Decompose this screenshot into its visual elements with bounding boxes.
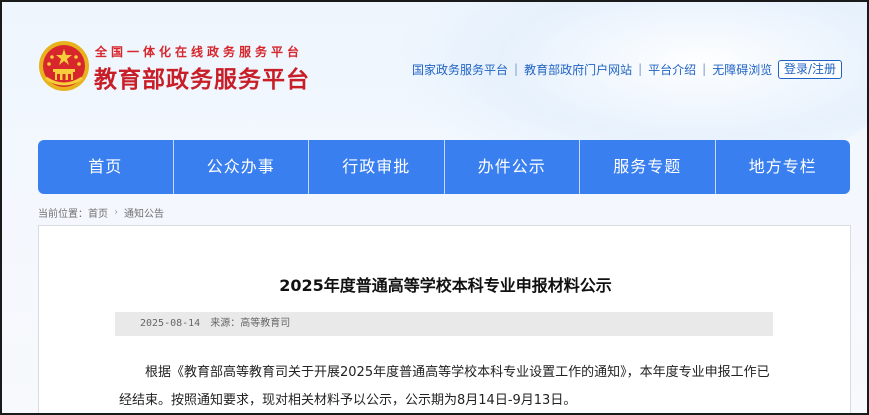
- top-links: 国家政务服务平台 | 教育部政府门户网站 | 平台介绍 | 无障碍浏览: [412, 61, 772, 78]
- nav-item-public-services[interactable]: 公众办事: [174, 140, 309, 194]
- national-emblem-icon[interactable]: [38, 40, 90, 92]
- nav-item-case-publicity[interactable]: 办件公示: [445, 140, 580, 194]
- link-moe-portal[interactable]: 教育部政府门户网站: [524, 61, 632, 78]
- link-separator: |: [638, 62, 643, 76]
- link-separator: |: [514, 62, 519, 76]
- breadcrumb-prefix: 当前位置：: [38, 209, 88, 220]
- link-separator: |: [702, 62, 707, 76]
- site-header: 全国一体化在线政务服务平台 教育部政务服务平台 国家政务服务平台 | 教育部政府…: [2, 2, 867, 182]
- article-date: 2025-08-14: [140, 318, 201, 329]
- main-nav: 首页 公众办事 行政审批 办件公示 服务专题 地方专栏: [38, 140, 850, 194]
- nav-item-home[interactable]: 首页: [38, 140, 174, 194]
- link-national-gov-service[interactable]: 国家政务服务平台: [412, 61, 508, 78]
- article-body: 根据《教育部高等教育司关于开展2025年度普通高等学校本科专业设置工作的通知》，…: [119, 359, 779, 413]
- platform-tagline: 全国一体化在线政务服务平台: [95, 45, 304, 59]
- nav-item-administrative-approval[interactable]: 行政审批: [309, 140, 445, 194]
- article-title: 2025年度普通高等学校本科专业申报材料公示: [279, 276, 612, 295]
- link-platform-intro[interactable]: 平台介绍: [648, 61, 696, 78]
- breadcrumb-item-notices[interactable]: 通知公告: [124, 205, 164, 220]
- breadcrumb-item-home[interactable]: 首页: [88, 205, 108, 220]
- chevron-right-icon: ›: [114, 207, 118, 218]
- site-title[interactable]: 教育部政务服务平台: [94, 60, 310, 94]
- nav-item-service-topics[interactable]: 服务专题: [580, 140, 716, 194]
- page-frame: 全国一体化在线政务服务平台 教育部政务服务平台 国家政务服务平台 | 教育部政府…: [0, 0, 869, 415]
- breadcrumb: 当前位置： 首页 › 通知公告: [38, 205, 164, 220]
- article-meta: 2025-08-14 来源：高等教育司: [115, 312, 773, 336]
- article-paragraph: 根据《教育部高等教育司关于开展2025年度普通高等学校本科专业设置工作的通知》，…: [119, 365, 770, 408]
- article-source: 来源：高等教育司: [210, 318, 291, 329]
- nav-item-local-columns[interactable]: 地方专栏: [716, 140, 851, 194]
- login-register-button[interactable]: 登录/注册: [778, 60, 842, 79]
- article-card: 2025年度普通高等学校本科专业申报材料公示 2025-08-14 来源：高等教育…: [38, 225, 851, 413]
- link-accessibility[interactable]: 无障碍浏览: [712, 61, 772, 78]
